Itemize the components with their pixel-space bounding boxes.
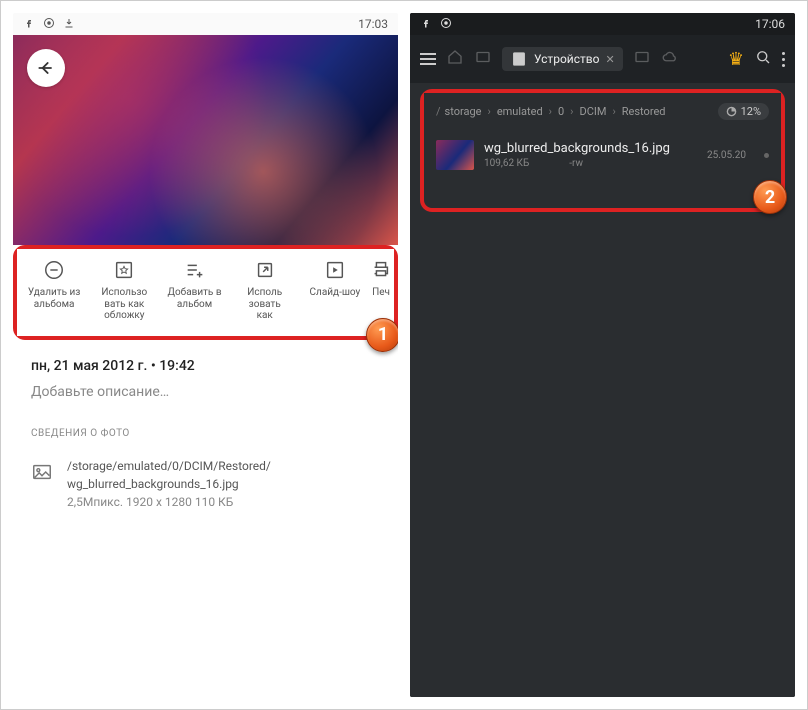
file-name: wg_blurred_backgrounds_16.jpg <box>484 141 697 156</box>
action-label: Использо вать как обложку <box>101 287 147 322</box>
crumb[interactable]: emulated <box>497 105 543 118</box>
clock: 17:06 <box>755 17 785 31</box>
chrome-icon <box>43 17 55 32</box>
print-button[interactable]: Печ <box>370 259 392 322</box>
use-as-cover-button[interactable]: Использо вать как обложку <box>89 259 159 322</box>
print-icon <box>370 259 392 281</box>
close-tab-icon[interactable]: ✕ <box>605 53 614 66</box>
star-box-icon <box>113 259 135 281</box>
play-box-icon <box>324 259 346 281</box>
home-icon[interactable] <box>446 48 464 70</box>
device-tab[interactable]: Устройство ✕ <box>502 47 623 71</box>
chrome-icon <box>440 17 452 32</box>
actions-strip: Удалить из альбома Использо вать как обл… <box>17 249 394 336</box>
action-label: Слайд-шоу <box>310 287 361 299</box>
action-label: Исполь зовать как <box>247 287 282 322</box>
file-size: 109,62 КБ <box>484 158 529 169</box>
file-list-callout: / storage emulated 0 DCIM Restored 12% w… <box>420 89 785 212</box>
step-badge-1: 1 <box>366 318 398 352</box>
photo-info: пн, 21 мая 2012 г. • 19:42 Добавьте опис… <box>13 340 398 521</box>
file-path: /storage/emulated/0/DCIM/Restored/ <box>67 457 271 475</box>
file-perm: -rw <box>569 158 583 169</box>
file-name: wg_blurred_backgrounds_16.jpg <box>67 475 271 493</box>
download-icon <box>63 17 75 32</box>
photo-preview[interactable] <box>13 35 398 245</box>
description-input[interactable]: Добавьте описание… <box>31 384 380 400</box>
storage-icon <box>510 50 528 68</box>
premium-icon[interactable]: ♛ <box>728 49 744 70</box>
remove-from-album-button[interactable]: Удалить из альбома <box>19 259 89 322</box>
action-label: Печ <box>372 287 390 299</box>
crumb[interactable]: DCIM <box>579 105 606 118</box>
photo-timestamp: пн, 21 мая 2012 г. • 19:42 <box>31 358 380 374</box>
crumb[interactable]: storage <box>445 105 482 118</box>
menu-icon[interactable] <box>420 53 436 65</box>
tab-inactive-icon[interactable] <box>474 48 492 70</box>
add-to-album-button[interactable]: Добавить в альбом <box>159 259 229 322</box>
breadcrumb[interactable]: / storage emulated 0 DCIM Restored 12% <box>424 93 781 130</box>
pie-icon <box>726 106 737 117</box>
overflow-menu-icon[interactable] <box>782 52 785 67</box>
action-label: Удалить из альбома <box>28 287 80 310</box>
slideshow-button[interactable]: Слайд-шоу <box>300 259 370 322</box>
image-icon <box>31 461 53 483</box>
file-manager-screen: 17:06 Устройство ✕ ♛ / storage <box>410 13 795 697</box>
tab-label: Устройство <box>534 52 599 66</box>
status-bar: 17:03 <box>13 13 398 35</box>
storage-pct[interactable]: 12% <box>718 103 769 120</box>
minus-circle-icon <box>43 259 65 281</box>
back-button[interactable] <box>27 49 65 87</box>
facebook-icon <box>23 17 35 32</box>
action-label: Добавить в альбом <box>167 287 221 310</box>
facebook-icon <box>420 17 432 32</box>
file-meta: 2,5Мпикс. 1920 x 1280 110 КБ <box>67 493 271 511</box>
crumb[interactable]: Restored <box>622 105 666 118</box>
tab-inactive-icon[interactable] <box>633 48 651 70</box>
details-header: СВЕДЕНИЯ О ФОТО <box>31 428 380 439</box>
selection-dot-icon[interactable] <box>764 153 769 158</box>
file-row[interactable]: wg_blurred_backgrounds_16.jpg 109,62 КБ … <box>424 130 781 180</box>
crumb[interactable]: 0 <box>558 105 564 118</box>
use-as-button[interactable]: Исполь зовать как <box>230 259 300 322</box>
list-plus-icon <box>184 259 206 281</box>
step-badge-2: 2 <box>753 180 787 214</box>
search-icon[interactable] <box>754 48 772 70</box>
cloud-icon[interactable] <box>661 48 679 70</box>
status-bar: 17:06 <box>410 13 795 35</box>
open-external-icon <box>254 259 276 281</box>
clock: 17:03 <box>358 17 388 31</box>
file-date: 25.05.20 <box>707 150 746 161</box>
toolbar: Устройство ✕ ♛ <box>410 35 795 83</box>
actions-callout: Удалить из альбома Использо вать как обл… <box>13 245 398 340</box>
file-thumbnail <box>436 140 474 170</box>
gallery-details-screen: 17:03 Удалить из альбома Использо вать к… <box>13 13 398 697</box>
file-list-body[interactable] <box>410 212 795 697</box>
